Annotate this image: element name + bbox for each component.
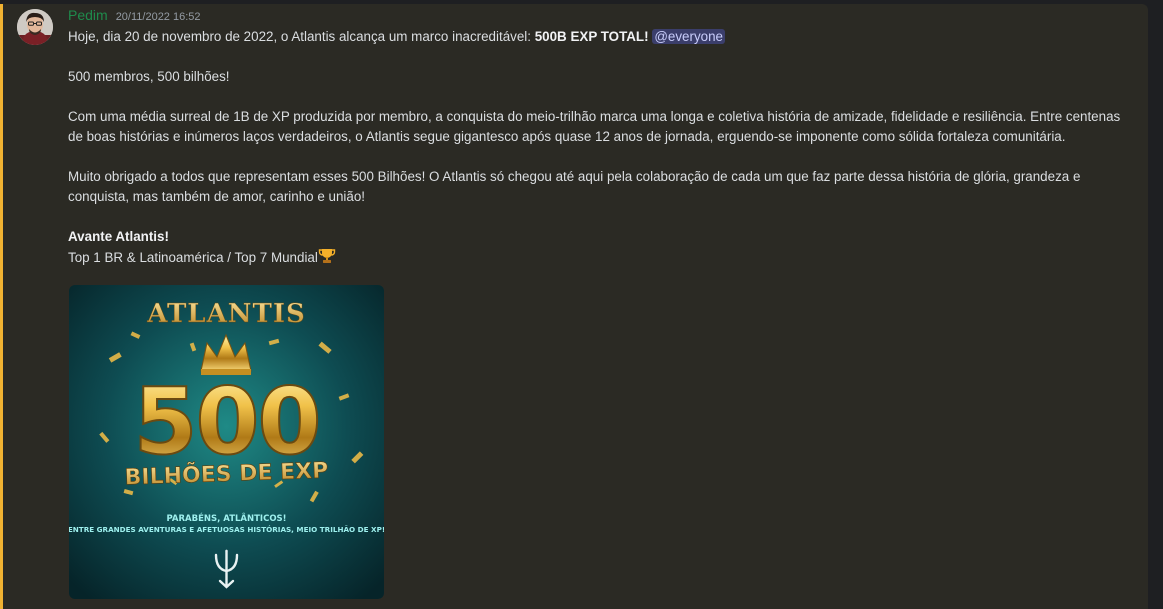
ranking-text: Top 1 BR & Latinoamérica / Top 7 Mundial: [68, 250, 318, 265]
message-ranking: Top 1 BR & Latinoamérica / Top 7 Mundial: [68, 247, 1128, 268]
message-line-1: Hoje, dia 20 de novembro de 2022, o Atla…: [68, 27, 1128, 47]
user-avatar[interactable]: [17, 9, 53, 45]
message-signoff: Avante Atlantis!: [68, 229, 169, 244]
message-paragraph-2: 500 membros, 500 bilhões!: [68, 69, 230, 84]
line1-bold: 500B EXP TOTAL!: [534, 29, 649, 44]
message-paragraph-3: Com uma média surreal de 1B de XP produz…: [68, 109, 1121, 144]
avatar-image: [17, 9, 53, 45]
image-attachment[interactable]: ATLANTIS 500 BILHÕES DE EXP PARABÉNS, AT…: [69, 285, 384, 599]
author-name[interactable]: Pedim: [68, 7, 108, 23]
banner-caption-2: ENTRE GRANDES AVENTURAS E AFETUOSAS HIST…: [69, 525, 384, 534]
trophy-icon: [318, 247, 336, 265]
message-header: Pedim 20/11/2022 16:52: [68, 7, 201, 25]
message-list: Pedim 20/11/2022 16:52 Hoje, dia 20 de n…: [0, 0, 1163, 609]
message-paragraph-4: Muito obrigado a todos que representam e…: [68, 169, 1081, 204]
line1-text: Hoje, dia 20 de novembro de 2022, o Atla…: [68, 29, 535, 44]
banner-caption-1: PARABÉNS, ATLÂNTICOS!: [166, 512, 286, 524]
message-content: Hoje, dia 20 de novembro de 2022, o Atla…: [68, 27, 1128, 268]
atlantis-500b-banner: ATLANTIS 500 BILHÕES DE EXP PARABÉNS, AT…: [69, 285, 384, 599]
banner-title: ATLANTIS: [146, 299, 306, 329]
message-timestamp[interactable]: 20/11/2022 16:52: [116, 11, 201, 23]
everyone-mention[interactable]: @everyone: [652, 29, 725, 44]
